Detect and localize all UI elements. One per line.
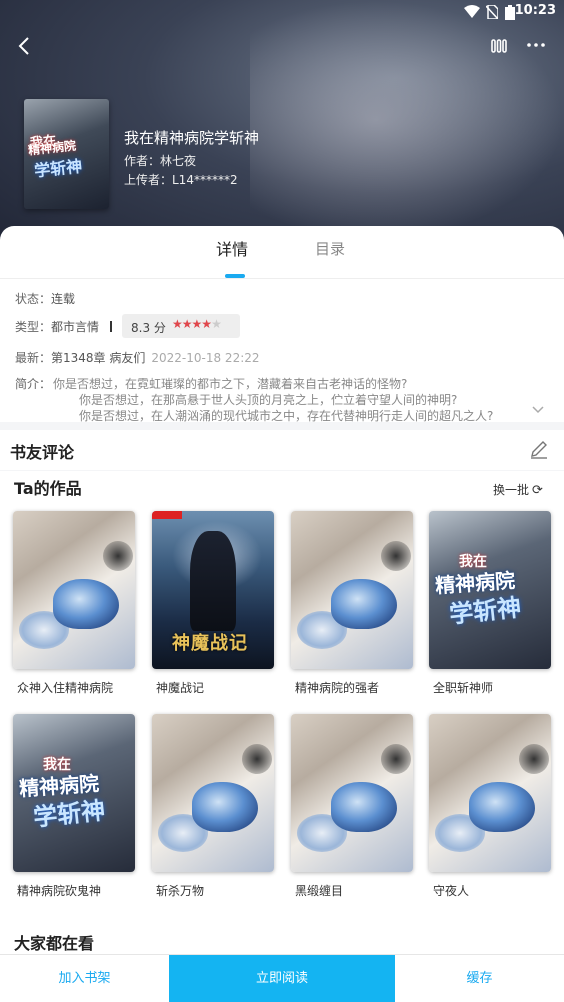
latest-label: 最新： [15,351,52,365]
everyone-reading-heading: 大家都在看 [14,934,95,953]
book-card-cover [152,714,274,872]
book-card-cover: 我在 精神病院 学斩神 [13,714,135,872]
book-card[interactable]: 黑缎缠目 [291,714,413,899]
hero-blur [250,0,564,240]
latest-row[interactable]: 最新：第1348章 病友们 2022-10-18 22:22 [15,349,260,366]
type-value[interactable]: 都市言情 [51,320,99,334]
refresh-icon: ⟳ [532,483,543,498]
intro-line: 你是否想过，在霓虹璀璨的都市之下，潜藏着来自古老神话的怪物? [53,377,408,391]
intro-line: 你是否想过，在那高悬于世人头顶的月亮之上，伫立着守望人间的神明? [79,393,458,407]
book-card-title: 精神病院的强者 [295,681,380,695]
wifi-icon [464,5,480,18]
book-card-title: 斩杀万物 [156,884,205,898]
book-card[interactable]: 斩杀万物 [152,714,274,899]
book-cover: 我在 精神病院 学斩神 [24,99,109,209]
refresh-label: 换一批 [493,483,530,497]
book-card-cover [429,714,551,872]
star-icon: ★ [181,317,193,331]
tab-details[interactable]: 详情 [216,236,248,260]
rating-badge: 8.3 分 ★★★★★ [122,314,240,338]
type-row: 类型：都市言情 [15,318,99,335]
book-card-title: 黑缎缠目 [295,884,344,898]
book-card[interactable]: 守夜人 [429,714,551,899]
clock: 10:23 [514,3,556,18]
book-cover-text-sub: 学斩神 [33,156,84,181]
refresh-button[interactable]: 换一批 ⟳ [493,481,543,498]
comments-section: 书友评论 [0,430,564,470]
detail-panel: 详情 目录 状态：连载 类型：都市言情 8.3 分 ★★★★★ 最新：第1348… [0,226,564,423]
book-card[interactable]: 我在 精神病院 学斩神 全职斩神师 [429,511,551,696]
author-works-section: Ta的作品 换一批 ⟳ 众神入住精神病院 神魔战记 神魔战记 精神病院的强者 我在… [0,471,564,954]
rating-stars: ★★★★★ [172,317,222,331]
expand-chevron-icon[interactable] [532,406,544,414]
more-options-icon[interactable] [526,36,546,54]
status-value: 连载 [51,292,76,306]
intro-section: 简介： 你是否想过，在霓虹璀璨的都市之下，潜藏着来自古老神话的怪物? 你是否想过… [15,376,493,423]
star-icon: ★ [191,317,203,331]
battery-icon [505,5,515,20]
intro-text: 你是否想过，在霓虹璀璨的都市之下，潜藏着来自古老神话的怪物? 你是否想过，在那高… [53,376,553,424]
book-card[interactable]: 精神病院的强者 [291,511,413,696]
works-heading: Ta的作品 [14,479,82,498]
book-card-title: 全职斩神师 [433,681,494,695]
book-card-title: 守夜人 [433,884,470,898]
status-label: 状态： [15,292,52,306]
rating-score: 8.3 分 [131,321,166,335]
star-icon: ★ [172,317,183,331]
book-uploader: 上传者：L14******2 [124,173,238,187]
cache-button[interactable]: 缓存 [395,955,564,1002]
book-card-cover [13,511,135,669]
intro-label: 简介： [15,377,52,391]
latest-date: 2022-10-18 22:22 [151,351,260,365]
book-card[interactable]: 众神入住精神病院 [13,511,135,696]
book-card-title: 精神病院砍鬼神 [17,884,102,898]
no-sim-icon [486,5,498,19]
book-title: 我在精神病院学斩神 [124,129,260,147]
type-label: 类型： [15,320,52,334]
back-arrow-icon[interactable] [14,34,38,58]
tab-catalog[interactable]: 目录 [315,238,345,259]
status-row: 状态：连载 [15,290,75,307]
bookshelf-icon[interactable] [490,36,508,54]
book-card-cover [291,714,413,872]
tab-divider [0,278,564,279]
type-separator [110,321,112,332]
star-icon: ★ [201,317,212,331]
book-card[interactable]: 神魔战记 神魔战记 [152,511,274,696]
book-card[interactable]: 我在 精神病院 学斩神 精神病院砍鬼神 [13,714,135,899]
write-comment-icon[interactable] [528,438,550,460]
add-to-shelf-button[interactable]: 加入书架 [0,955,169,1002]
status-bar: 10:23 [0,0,564,24]
book-card-title: 神魔战记 [156,681,205,695]
book-card-cover: 我在 精神病院 学斩神 [429,511,551,669]
tab-bar: 详情 目录 [0,236,564,278]
book-card-cover: 神魔战记 [152,511,274,669]
comments-heading: 书友评论 [10,443,75,462]
bottom-action-bar: 加入书架 立即阅读 缓存 [0,954,564,1002]
book-card-cover [291,511,413,669]
read-now-button[interactable]: 立即阅读 [169,955,395,1002]
latest-chapter[interactable]: 第1348章 病友们 [51,351,145,365]
intro-line: 你是否想过，在人潮汹涌的现代城市之中，存在代替神明行走人间的超凡之人? [79,409,494,423]
book-author[interactable]: 作者：林七夜 [124,152,196,169]
book-card-title: 众神入住精神病院 [17,681,114,695]
book-card-cover-title: 神魔战记 [172,633,248,654]
star-empty-icon: ★ [211,317,222,331]
